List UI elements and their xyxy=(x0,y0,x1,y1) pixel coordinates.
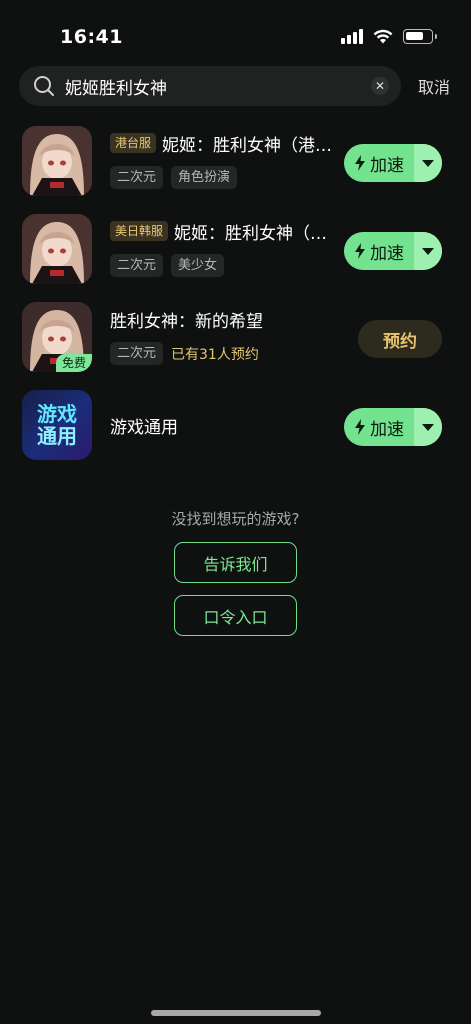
caret-down-icon xyxy=(422,423,434,431)
battery-icon xyxy=(403,28,437,44)
not-found-prompt: 没找到想玩的游戏? xyxy=(171,510,300,528)
cancel-button[interactable]: 取消 xyxy=(418,74,450,98)
speed-label: 加速 xyxy=(370,155,404,176)
screen: 16:41 ✕ 取消 xyxy=(0,0,471,1024)
speed-dropdown-button[interactable] xyxy=(414,144,442,182)
search-box[interactable]: ✕ xyxy=(19,66,401,106)
clear-icon[interactable]: ✕ xyxy=(371,77,389,95)
game-title: 游戏通用 xyxy=(110,417,178,438)
tag: 二次元 xyxy=(110,342,164,365)
code-entry-button[interactable]: 口令入口 xyxy=(174,595,297,636)
tell-us-button[interactable]: 告诉我们 xyxy=(174,542,297,583)
speed-label: 加速 xyxy=(370,243,404,264)
game-title: 胜利女神：新的希望 xyxy=(110,311,263,332)
bolt-icon xyxy=(355,155,365,171)
free-badge: 免费 xyxy=(55,354,92,372)
speed-button[interactable]: 加速 xyxy=(344,144,442,182)
speed-button[interactable]: 加速 xyxy=(344,408,442,446)
list-item[interactable]: 美日韩服 妮姬：胜利女神（… 二次元 美少女 加速 xyxy=(22,214,452,286)
search-input[interactable] xyxy=(65,76,371,96)
status-time: 16:41 xyxy=(60,26,123,48)
signal-icon xyxy=(341,28,363,44)
game-info: 胜利女神：新的希望 二次元 已有31人预约 xyxy=(110,306,340,365)
search-row: ✕ 取消 xyxy=(19,66,459,106)
bolt-icon xyxy=(355,419,365,435)
status-bar: 16:41 xyxy=(0,0,471,60)
thumbnail-text: 游戏 xyxy=(37,402,77,426)
game-info: 游戏通用 xyxy=(110,412,340,438)
reserve-count: 已有31人预约 xyxy=(171,346,259,363)
tag: 二次元 xyxy=(110,254,164,277)
reserve-button[interactable]: 预约 xyxy=(358,320,442,358)
search-icon xyxy=(34,76,54,96)
game-title: 妮姬：胜利女神（… xyxy=(174,223,328,244)
home-indicator[interactable] xyxy=(151,1010,321,1016)
list-item[interactable]: 免费 胜利女神：新的希望 二次元 已有31人预约 预约 xyxy=(22,302,452,374)
region-badge: 美日韩服 xyxy=(110,221,169,241)
caret-down-icon xyxy=(422,247,434,255)
tag: 角色扮演 xyxy=(171,166,238,189)
game-thumbnail: 免费 xyxy=(22,302,92,372)
list-item[interactable]: 港台服 妮姬：胜利女神（港… 二次元 角色扮演 加速 xyxy=(22,126,452,198)
game-info: 美日韩服 妮姬：胜利女神（… 二次元 美少女 xyxy=(110,218,340,277)
speed-dropdown-button[interactable] xyxy=(414,408,442,446)
speed-dropdown-button[interactable] xyxy=(414,232,442,270)
game-thumbnail xyxy=(22,126,92,196)
game-thumbnail: 游戏 通用 xyxy=(22,390,92,460)
game-title: 妮姬：胜利女神（港… xyxy=(162,135,333,156)
region-badge: 港台服 xyxy=(110,133,157,153)
bolt-icon xyxy=(355,243,365,259)
thumbnail-text: 通用 xyxy=(37,424,77,448)
status-icons xyxy=(341,28,437,44)
speed-button[interactable]: 加速 xyxy=(344,232,442,270)
game-thumbnail xyxy=(22,214,92,284)
wifi-icon xyxy=(373,29,393,44)
list-item[interactable]: 游戏 通用 游戏通用 加速 xyxy=(22,390,452,462)
caret-down-icon xyxy=(422,159,434,167)
tag: 美少女 xyxy=(171,254,225,277)
speed-label: 加速 xyxy=(370,419,404,440)
tag: 二次元 xyxy=(110,166,164,189)
game-info: 港台服 妮姬：胜利女神（港… 二次元 角色扮演 xyxy=(110,130,340,189)
